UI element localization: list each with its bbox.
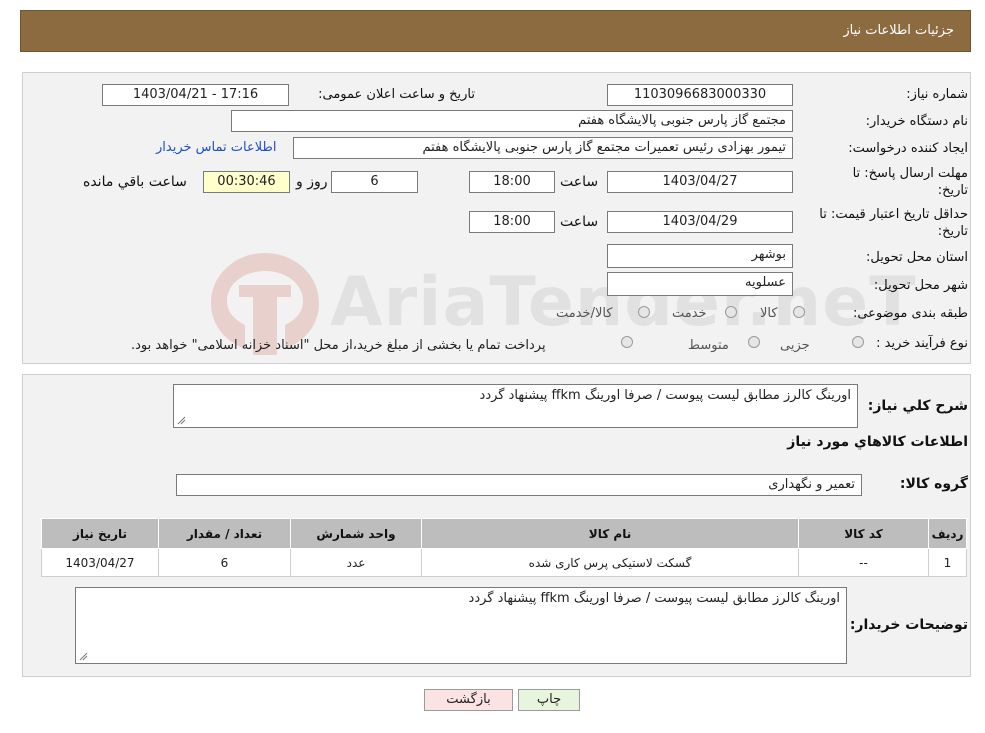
goods-info-title: اطلاعات کالاهاي مورد نياز [787, 434, 968, 450]
general-description-text: اورینگ کالرز مطابق لیست پیوست / صرفا اور… [479, 388, 851, 403]
cell-row: 1 [928, 548, 967, 577]
deadline-time-field: 18:00 [469, 171, 555, 193]
remaining-time-field: 00:30:46 [203, 171, 290, 193]
process-radio-medium[interactable] [748, 336, 760, 348]
province-label: استان محل تحویل: [866, 250, 968, 265]
process-option-medium: متوسط [688, 338, 729, 353]
buyer-contact-link[interactable]: اطلاعات تماس خریدار [156, 140, 276, 155]
cell-code: -- [798, 548, 929, 577]
general-description-label: شرح کلي نياز: [867, 398, 968, 414]
cell-need-date: 1403/04/27 [41, 548, 159, 577]
goods-group-field: تعمیر و نگهداری [176, 474, 862, 496]
city-label: شهر محل تحویل: [873, 278, 968, 293]
resize-handle-icon[interactable] [177, 416, 186, 425]
process-type-label: نوع فرآیند خرید : [876, 336, 968, 351]
category-option-goods-service: کالا/خدمت [556, 306, 613, 321]
col-name: نام کالا [421, 518, 799, 549]
treasury-checkbox[interactable] [621, 336, 633, 348]
back-button[interactable]: بازگشت [424, 689, 513, 711]
category-radio-goods-service[interactable] [638, 306, 650, 318]
validity-time-field: 18:00 [469, 211, 555, 233]
category-option-service: خدمت [672, 306, 707, 321]
validity-label-date: تاریخ: [937, 224, 968, 239]
need-number-label: شماره نیاز: [906, 87, 968, 102]
cell-quantity: 6 [158, 548, 291, 577]
requester-label: ایجاد کننده درخواست: [848, 141, 968, 156]
cell-name: گسکت لاستیکی پرس کاری شده [421, 548, 799, 577]
buyer-notes-field: اورینگ کالرز مطابق لیست پیوست / صرفا اور… [75, 587, 847, 664]
deadline-label: مهلت ارسال پاسخ: تا [852, 166, 968, 181]
validity-time-label: ساعت [560, 214, 599, 230]
deadline-label-date: تاریخ: [937, 183, 968, 198]
buyer-org-label: نام دستگاه خریدار: [865, 114, 968, 129]
announce-datetime-label: تاریخ و ساعت اعلان عمومی: [318, 87, 475, 102]
page-header: جزئیات اطلاعات نیاز [20, 10, 971, 52]
category-label: طبقه بندی موضوعی: [852, 306, 968, 321]
col-code: کد کالا [798, 518, 929, 549]
resize-handle-icon[interactable] [79, 652, 88, 661]
col-quantity: تعداد / مقدار [158, 518, 291, 549]
days-label: روز و [296, 174, 328, 190]
print-button[interactable]: چاپ [518, 689, 580, 711]
buyer-org-field: مجتمع گاز پارس جنوبی پالایشگاه هفتم [231, 110, 793, 132]
general-description-field: اورینگ کالرز مطابق لیست پیوست / صرفا اور… [173, 384, 858, 428]
deadline-date-field: 1403/04/27 [607, 171, 793, 193]
process-option-minor: جزیی [780, 338, 810, 353]
category-radio-goods[interactable] [793, 306, 805, 318]
province-field: بوشهر [607, 244, 793, 268]
announce-datetime-field: 1403/04/21 - 17:16 [102, 84, 289, 106]
cell-unit: عدد [290, 548, 422, 577]
need-number-field: 1103096683000330 [607, 84, 793, 106]
buyer-notes-label: توضیحات خریدار: [849, 617, 968, 633]
process-treasury-note: پرداخت تمام یا بخشی از مبلغ خرید،از محل … [131, 338, 546, 353]
deadline-time-label: ساعت [560, 174, 599, 190]
col-row: رديف [928, 518, 967, 549]
process-radio-minor[interactable] [852, 336, 864, 348]
goods-table: رديف کد کالا نام کالا واحد شمارش تعداد /… [41, 518, 967, 577]
goods-group-label: گروه کالا: [899, 476, 968, 492]
requester-field: تیمور بهزادی رئیس تعمیرات مجتمع گاز پارس… [293, 137, 793, 159]
city-field: عسلویه [607, 272, 793, 296]
validity-label: حداقل تاریخ اعتبار قیمت: تا [819, 207, 968, 222]
col-unit: واحد شمارش [290, 518, 422, 549]
category-radio-service[interactable] [725, 306, 737, 318]
remaining-time-label: ساعت باقي مانده [83, 174, 187, 190]
page-title: جزئیات اطلاعات نیاز [843, 23, 954, 38]
col-need-date: تاریخ نیاز [41, 518, 159, 549]
days-remaining-field: 6 [331, 171, 418, 193]
buyer-notes-text: اورینگ کالرز مطابق لیست پیوست / صرفا اور… [468, 591, 840, 606]
category-option-goods: کالا [760, 306, 778, 321]
validity-date-field: 1403/04/29 [607, 211, 793, 233]
table-row: 1 -- گسکت لاستیکی پرس کاری شده عدد 6 140… [41, 548, 967, 577]
goods-table-header: رديف کد کالا نام کالا واحد شمارش تعداد /… [41, 518, 967, 549]
